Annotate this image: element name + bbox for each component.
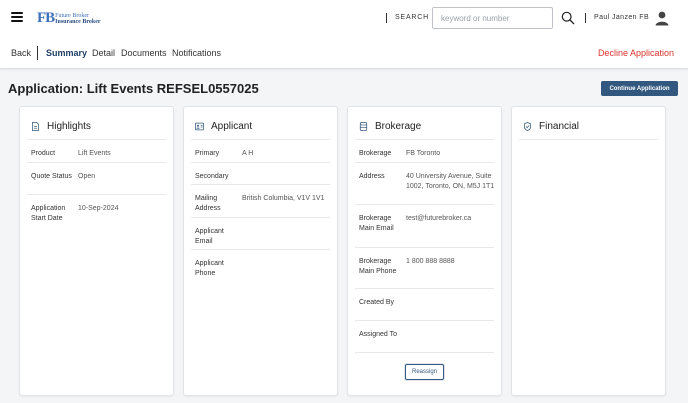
search-input[interactable] (432, 7, 553, 29)
reassign-button[interactable]: Reassign (405, 364, 444, 380)
list-item: Brokerage FB Toronto (355, 140, 494, 163)
field-value: A H (242, 150, 254, 157)
shield-icon (523, 121, 532, 131)
field-label: Address (359, 173, 385, 180)
brokerage-card: Brokerage Brokerage FB Toronto Address 4… (347, 106, 502, 396)
page-title: Application: Lift Events REFSEL0557025 (8, 81, 259, 96)
field-label: Quote Status (31, 173, 72, 180)
back-link[interactable]: Back (11, 48, 31, 58)
list-item: Brokerage Main Phone 1 800 888 8888 (355, 248, 494, 289)
logo-mark: FB (37, 10, 55, 26)
building-icon (359, 121, 368, 131)
field-value: FB Toronto (406, 150, 441, 157)
field-label: Brokerage Main Phone (359, 258, 397, 275)
tab-summary[interactable]: Summary (46, 48, 87, 58)
id-card-icon (195, 122, 204, 130)
nav-divider (37, 46, 38, 60)
search-icon[interactable] (561, 11, 575, 25)
field-label: Applicant Email (195, 228, 224, 245)
card-title: Applicant (211, 120, 253, 132)
field-label: Secondary (195, 173, 229, 180)
field-label: Created By (359, 299, 395, 306)
list-item: Created By (355, 289, 494, 321)
field-value: Open (78, 173, 96, 180)
tab-detail[interactable]: Detail (92, 48, 115, 58)
list-item: Secondary (191, 163, 330, 185)
list-item: Assigned To (355, 321, 494, 353)
top-header: FB Future Broker Insurance Broker SEARCH… (0, 0, 688, 37)
field-label: Product (31, 150, 56, 157)
card-title: Financial (539, 120, 580, 132)
menu-icon[interactable] (11, 12, 23, 22)
financial-card: Financial (511, 106, 666, 396)
field-label: Primary (195, 150, 220, 157)
field-value: 40 University Avenue, Suite 1002, Toront… (406, 173, 495, 190)
separator (386, 13, 387, 23)
list-item: Application Start Date 10-Sep-2024 (27, 195, 166, 229)
list-item: Mailing Address British Columbia, V1V 1V… (191, 185, 330, 218)
tab-documents[interactable]: Documents (121, 48, 167, 58)
field-label: Mailing Address (195, 195, 221, 212)
list-item: Applicant Email (191, 218, 330, 250)
separator (585, 13, 586, 23)
logo-line2: Insurance Broker (55, 19, 101, 25)
list-item: Address 40 University Avenue, Suite 1002… (355, 163, 494, 205)
decline-application-link[interactable]: Decline Application (598, 48, 674, 58)
list-item: Applicant Phone (191, 250, 330, 283)
card-title: Highlights (47, 120, 91, 132)
highlights-card: Highlights Product Lift Events Quote Sta… (19, 106, 174, 396)
field-value: 1 800 888 8888 (406, 258, 455, 265)
logo[interactable]: FB Future Broker Insurance Broker (37, 9, 101, 26)
list-item: Quote Status Open (27, 163, 166, 195)
list-item: Primary A H (191, 140, 330, 163)
applicant-card: Applicant Primary A H Secondary Mailing … (183, 106, 338, 396)
field-value: British Columbia, V1V 1V1 (242, 195, 325, 202)
field-label: Brokerage Main Email (359, 215, 394, 232)
list-item: Brokerage Main Email test@futurebroker.c… (355, 205, 494, 248)
field-value: test@futurebroker.ca (406, 215, 472, 222)
avatar-icon[interactable] (654, 10, 670, 26)
field-label: Brokerage (359, 150, 392, 157)
continue-application-button[interactable]: Continue Application (601, 81, 678, 96)
sub-navigation: Back Summary Detail Documents Notificati… (0, 37, 688, 69)
search-label: SEARCH (395, 14, 429, 21)
list-item: Product Lift Events (27, 140, 166, 163)
field-label: Assigned To (359, 331, 398, 338)
user-name[interactable]: Paul Janzen FB (594, 14, 649, 21)
document-icon (32, 121, 39, 131)
card-title: Brokerage (375, 120, 422, 132)
tab-notifications[interactable]: Notifications (172, 48, 221, 58)
field-label: Applicant Phone (195, 260, 224, 277)
field-value: 10-Sep-2024 (78, 205, 119, 212)
field-value: Lift Events (78, 150, 111, 157)
field-label: Application Start Date (31, 205, 66, 222)
